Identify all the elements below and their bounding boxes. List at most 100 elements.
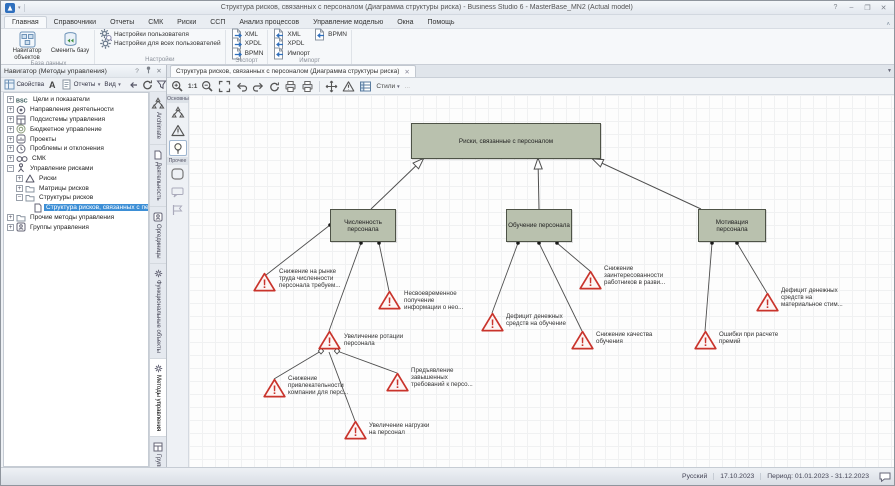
diagram-node-g3[interactable]: Мотивация персонала [698, 209, 766, 242]
close-button[interactable]: ✕ [877, 4, 890, 12]
ribbon-tab-ссп[interactable]: ССП [203, 17, 232, 28]
ribbon-button[interactable]: Настройки для всех пользователей [99, 39, 221, 48]
undo-button[interactable] [235, 80, 248, 93]
risk-triangle[interactable]: ! [756, 292, 779, 312]
risk-label[interactable]: Снижение качества обучения [596, 332, 652, 346]
tree-item[interactable]: +Подсистемы управления [4, 115, 148, 125]
ribbon-collapse-icon[interactable]: ˄ [886, 22, 890, 28]
idea-tool[interactable] [169, 140, 187, 156]
expand-icon[interactable]: + [7, 116, 14, 123]
risk-triangle[interactable]: ! [253, 272, 276, 292]
risk-triangle[interactable]: ! [318, 330, 341, 350]
risk-triangle[interactable]: ! [571, 330, 594, 350]
ribbon-button[interactable]: BPMN [230, 49, 264, 58]
collapse-icon[interactable]: − [7, 165, 14, 172]
risk-label[interactable]: Снижение на рынке труда численности перс… [279, 269, 340, 290]
side-tab-методы-управления[interactable]: Методы управления [150, 359, 166, 437]
risk-label[interactable]: Предъявление завышенных требований к пер… [411, 368, 473, 389]
expand-icon[interactable]: + [7, 145, 14, 152]
diagram-node-root[interactable]: Риски, связанные с персоналом [411, 123, 601, 159]
ribbon-button[interactable]: BPMN [313, 30, 347, 39]
diagram-canvas[interactable]: Риски, связанные с персоналом Численность… [189, 95, 895, 469]
reports-button[interactable]: Отчеты▼ [61, 79, 101, 90]
tab-list-caret-icon[interactable]: ▼ [887, 68, 892, 74]
expand-icon[interactable]: + [7, 106, 14, 113]
ribbon-tab-помощь[interactable]: Помощь [420, 17, 461, 28]
table-button[interactable] [359, 80, 372, 93]
risk-label[interactable]: Несвоевременное получение информации о н… [404, 291, 463, 312]
risk-triangle[interactable]: ! [344, 420, 367, 440]
zoom-out-button[interactable] [201, 80, 214, 93]
help-button[interactable]: ? [829, 4, 842, 11]
risk-triangle[interactable]: ! [378, 290, 401, 310]
frame-tool[interactable] [169, 166, 187, 182]
navigator-close-icon[interactable]: ✕ [155, 67, 163, 75]
minimize-button[interactable]: – [845, 4, 858, 11]
fit-to-window-button[interactable] [218, 80, 231, 93]
expand-icon[interactable]: + [16, 185, 23, 192]
ribbon-tab-главная[interactable]: Главная [4, 16, 47, 28]
tree-item[interactable]: +Прочие методы управления [4, 213, 148, 223]
risk-label[interactable]: Дефицит денежных средств на материальное… [781, 288, 843, 309]
navigator-help-icon[interactable]: ? [133, 68, 141, 75]
tree-item[interactable]: Структура рисков, связанных с персоналом [4, 203, 148, 213]
expand-icon[interactable]: + [7, 126, 14, 133]
expand-icon[interactable]: + [7, 155, 14, 162]
ribbon-tab-отчеты[interactable]: Отчеты [103, 17, 141, 28]
feedback-bubble-icon[interactable] [879, 472, 891, 482]
ribbon-tab-окна[interactable]: Окна [390, 17, 420, 28]
tree-item[interactable]: +Группы управления [4, 222, 148, 232]
ribbon-tab-анализ-процессов[interactable]: Анализ процессов [232, 17, 306, 28]
view-button[interactable]: Вид▼ [104, 81, 121, 88]
expand-icon[interactable]: + [7, 136, 14, 143]
ribbon-button[interactable]: Навигатор объектов [7, 30, 47, 61]
more-button[interactable]: ... [405, 83, 410, 90]
diagram-node-g1[interactable]: Численность персонала [330, 209, 396, 242]
document-tab[interactable]: Структура рисков, связанных с персоналом… [170, 65, 416, 77]
risk-triangle[interactable]: ! [579, 270, 602, 290]
expand-icon[interactable]: + [7, 96, 14, 103]
ribbon-tab-смк[interactable]: СМК [141, 17, 170, 28]
tab-close-icon[interactable]: ✕ [404, 68, 409, 76]
print-button[interactable] [284, 80, 297, 93]
expand-icon[interactable]: + [16, 175, 23, 182]
back-button[interactable] [128, 79, 139, 90]
tree-item[interactable]: −Управление рисками [4, 164, 148, 174]
risk-label[interactable]: Дефицит денежных средств на обучение [506, 314, 566, 328]
expand-icon[interactable]: + [7, 224, 14, 231]
risk-triangle[interactable]: ! [263, 378, 286, 398]
collapse-icon[interactable]: − [16, 194, 23, 201]
tree-item[interactable]: +BSCЦели и показатели [4, 95, 148, 105]
zoom-in-button[interactable] [171, 80, 184, 93]
risk-triangle[interactable]: ! [481, 312, 504, 332]
styles-button[interactable]: Стили▼ [376, 83, 400, 90]
side-tab-деятельность[interactable]: Деятельность [150, 145, 166, 207]
navigator-pin-icon[interactable] [144, 66, 152, 76]
tree-item[interactable]: +Бюджетное управление [4, 124, 148, 134]
structure-tool[interactable] [169, 104, 187, 120]
expand-icon[interactable]: + [7, 214, 14, 221]
ribbon-button[interactable]: Импорт [272, 49, 310, 58]
tree-item[interactable]: +Направления деятельности [4, 105, 148, 115]
diagram-node-g2[interactable]: Обучение персонала [506, 209, 572, 242]
tree-item[interactable]: +Риски [4, 173, 148, 183]
risk-label[interactable]: Снижение привлекательности компании для … [288, 376, 348, 397]
side-tab-archimate[interactable]: Archimate [150, 92, 166, 145]
tree-item[interactable]: +СМК [4, 154, 148, 164]
ribbon-button[interactable]: Настройки пользователя [99, 30, 221, 39]
refresh-button[interactable] [269, 81, 280, 92]
side-tab-оргединицы[interactable]: Оргединицы [150, 207, 166, 265]
filter-button[interactable] [156, 79, 167, 90]
zoom-one-to-one-button[interactable]: 1:1 [188, 83, 197, 90]
pan-button[interactable] [325, 80, 338, 93]
side-tab-функциональные-объекты[interactable]: Функциональные объекты [150, 264, 166, 359]
risk-label[interactable]: Увеличение нагрузки на персонал [369, 423, 429, 437]
maximize-button[interactable]: ❐ [861, 4, 874, 12]
ribbon-button[interactable]: Сменить базу [50, 30, 90, 55]
quick-access-caret-icon[interactable]: ▾ [18, 5, 21, 11]
status-language[interactable]: Русский [676, 473, 713, 480]
risk-tool[interactable] [169, 122, 187, 138]
refresh-button[interactable] [142, 79, 153, 90]
ribbon-tab-справочники[interactable]: Справочники [47, 17, 103, 28]
status-period[interactable]: Период: 01.01.2023 - 31.12.2023 [760, 473, 875, 480]
